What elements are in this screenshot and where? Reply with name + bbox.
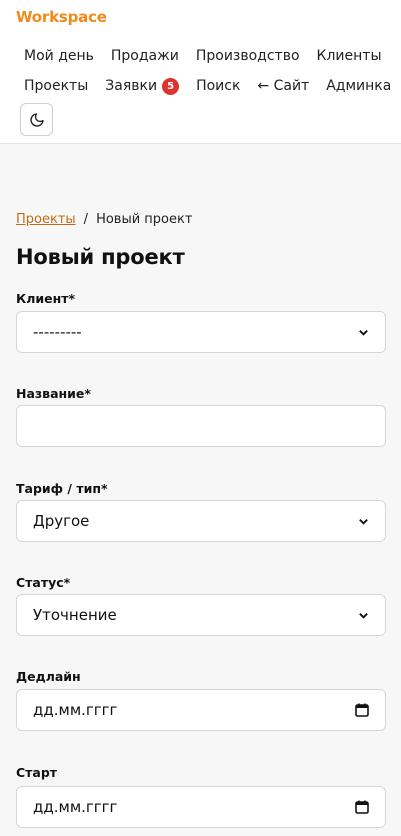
nav-admin[interactable]: Админка — [326, 77, 391, 95]
deadline-placeholder: дд.мм.гггг — [33, 701, 118, 719]
start-placeholder: дд.мм.гггг — [33, 798, 118, 816]
nav-requests[interactable]: Заявки 5 — [105, 77, 180, 95]
moon-icon — [29, 112, 44, 127]
start-label: Старт — [16, 765, 58, 780]
status-label: Статус* — [16, 575, 71, 590]
calendar-icon[interactable] — [355, 703, 369, 717]
start-date-input[interactable]: дд.мм.гггг — [16, 786, 386, 828]
client-select-value: --------- — [33, 323, 82, 341]
nav-row-primary: Мой день Продажи Производство Клиенты — [16, 47, 391, 65]
nav-sales[interactable]: Продажи — [111, 47, 179, 65]
calendar-icon[interactable] — [355, 800, 369, 814]
nav-search[interactable]: Поиск — [196, 77, 240, 95]
client-select[interactable]: --------- — [16, 311, 386, 353]
chevron-down-icon — [359, 329, 368, 336]
nav-projects[interactable]: Проекты — [24, 77, 88, 95]
requests-count-badge: 5 — [162, 77, 180, 95]
status-select-value: Уточнение — [33, 606, 117, 624]
tariff-select[interactable]: Другое — [16, 500, 386, 542]
breadcrumb-separator: / — [83, 212, 89, 227]
nav-site[interactable]: ← Сайт — [257, 77, 309, 95]
top-header: Workspace Мой день Продажи Производство … — [0, 0, 401, 144]
status-select[interactable]: Уточнение — [16, 594, 386, 636]
chevron-down-icon — [359, 518, 368, 525]
breadcrumb-projects-link[interactable]: Проекты — [16, 212, 76, 227]
tariff-label: Тариф / тип* — [16, 481, 108, 496]
page-title: Новый проект — [16, 245, 185, 269]
nav-clients[interactable]: Клиенты — [317, 47, 382, 65]
nav-production[interactable]: Производство — [196, 47, 300, 65]
nav-row-secondary: Проекты Заявки 5 Поиск ← Сайт Админка — [16, 77, 400, 95]
breadcrumb: Проекты / Новый проект — [16, 212, 192, 227]
breadcrumb-current: Новый проект — [96, 212, 193, 227]
deadline-label: Дедлайн — [16, 669, 81, 684]
chevron-down-icon — [359, 612, 368, 619]
tariff-select-value: Другое — [33, 512, 90, 530]
name-label: Название* — [16, 386, 91, 401]
nav-my-day[interactable]: Мой день — [24, 47, 94, 65]
theme-toggle-button[interactable] — [20, 103, 53, 136]
brand-logo[interactable]: Workspace — [16, 8, 107, 26]
name-input[interactable] — [16, 405, 386, 447]
client-label: Клиент* — [16, 291, 76, 306]
deadline-date-input[interactable]: дд.мм.гггг — [16, 689, 386, 731]
nav-requests-label: Заявки — [105, 78, 158, 94]
